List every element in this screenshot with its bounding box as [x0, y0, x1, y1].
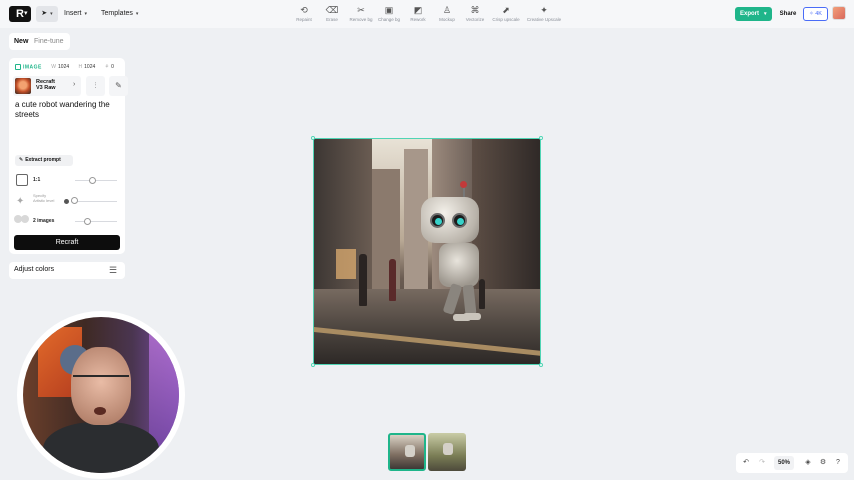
aspect-ratio-label: 1:1: [33, 177, 41, 183]
webcam-overlay: [17, 311, 185, 479]
resize-handle-top-left[interactable]: [311, 136, 315, 140]
image-meta: IMAGE W 1024 H 1024 ⚘ 0: [15, 64, 114, 70]
width-value[interactable]: W 1024: [51, 64, 69, 70]
height-icon: H: [78, 64, 83, 71]
templates-menu[interactable]: Templates ▾: [101, 6, 138, 22]
adjust-colors-label: Adjust colors: [14, 266, 55, 273]
robot-head: [421, 197, 479, 243]
resize-handle-bottom-left[interactable]: [311, 363, 315, 367]
artistic-level-indicator: [64, 199, 69, 204]
sparkle-icon: ✧: [809, 11, 814, 17]
settings-sliders-button[interactable]: ⫶: [86, 76, 105, 96]
undo-icon[interactable]: ↶: [740, 453, 752, 473]
sparkle-icon: ✦: [16, 196, 25, 207]
chevron-down-icon: ▾: [135, 11, 139, 17]
zoom-level[interactable]: 50%: [774, 456, 794, 470]
image-count-label: 2 images: [33, 218, 55, 224]
select-tool-button[interactable]: ➤ ▾: [36, 6, 58, 22]
style-brush-button[interactable]: ✎: [109, 76, 128, 96]
generated-image[interactable]: [313, 138, 541, 365]
extract-prompt-button[interactable]: ✎ Extract prompt: [15, 155, 73, 166]
chevron-down-icon: ▾: [24, 10, 28, 17]
height-value[interactable]: H 1024: [79, 64, 96, 70]
image-count-slider-handle[interactable]: [84, 218, 91, 225]
image-count-icon: [14, 215, 30, 223]
resize-handle-top-right[interactable]: [539, 136, 543, 140]
adjust-colors-panel[interactable]: Adjust colors ☰: [9, 262, 125, 279]
seed-value[interactable]: ⚘ 0: [105, 64, 114, 70]
share-button[interactable]: Share: [776, 7, 800, 21]
generation-tabs: New Fine-tune: [9, 33, 70, 50]
top-toolbar: R ▾ ➤ ▾ Insert ▾ Templates ▾ ⟲ Repaint ⌫ Eras…: [0, 0, 854, 28]
image-type-label: IMAGE: [23, 64, 42, 71]
model-name: Recraft V3 Raw: [36, 79, 56, 91]
brush-icon: ✎: [115, 81, 122, 90]
creative-upscale-icon: ✦: [540, 5, 548, 15]
image-type-icon: [15, 64, 21, 70]
artistic-level-label: Specify Artistic level: [33, 193, 55, 203]
chevron-down-icon: ▾: [84, 11, 88, 17]
layers-icon[interactable]: ◈: [802, 453, 814, 473]
variation-thumbnail[interactable]: [388, 433, 426, 471]
insert-menu[interactable]: Insert ▾: [64, 6, 87, 22]
resize-handle-bottom-right[interactable]: [539, 363, 543, 367]
creative-upscale-tool[interactable]: ✦ Creative Upscale: [526, 4, 562, 22]
pen-icon: ✎: [19, 157, 24, 163]
model-thumbnail: [15, 78, 31, 94]
chevron-down-icon: ▾: [764, 11, 767, 17]
export-button[interactable]: Export ▾: [735, 7, 772, 21]
width-icon: W: [51, 64, 57, 71]
sliders-icon: ☰: [109, 265, 118, 275]
cursor-icon: ➤: [41, 10, 48, 17]
seed-icon: ⚘: [104, 64, 110, 71]
aspect-ratio-icon: [16, 174, 28, 186]
upgrade-4k-button[interactable]: ✧ 4K: [803, 7, 828, 21]
aspect-ratio-slider-handle[interactable]: [89, 177, 96, 184]
recraft-button[interactable]: Recraft: [14, 235, 120, 250]
redo-icon[interactable]: ↷: [756, 453, 768, 473]
prompt-input[interactable]: a cute robot wandering the streets: [15, 100, 121, 120]
artistic-level-slider-handle[interactable]: [71, 197, 78, 204]
sliders-icon: ⫶: [94, 81, 97, 90]
tab-new[interactable]: New: [14, 33, 28, 50]
model-selector[interactable]: Recraft V3 Raw ›: [13, 76, 81, 96]
crisp-upscale-tool[interactable]: ⬈ Crisp upscale: [488, 4, 524, 22]
image-count-slider[interactable]: [75, 221, 117, 222]
aspect-ratio-slider[interactable]: [75, 180, 117, 181]
settings-icon[interactable]: ⚙: [817, 453, 829, 473]
tab-fine-tune[interactable]: Fine-tune: [34, 33, 64, 50]
user-avatar[interactable]: [832, 6, 846, 20]
help-icon[interactable]: ?: [832, 453, 844, 473]
generation-panel: IMAGE W 1024 H 1024 ⚘ 0 Recraft V3 Raw › ⫶ …: [9, 58, 128, 254]
chevron-down-icon: ▾: [50, 11, 53, 17]
canvas-controls: ↶ ↷ 50% ◈ ⚙ ?: [736, 453, 848, 473]
chevron-right-icon: ›: [73, 81, 76, 88]
variation-thumbnail[interactable]: [428, 433, 466, 471]
upscale-icon: ⬈: [502, 5, 510, 15]
